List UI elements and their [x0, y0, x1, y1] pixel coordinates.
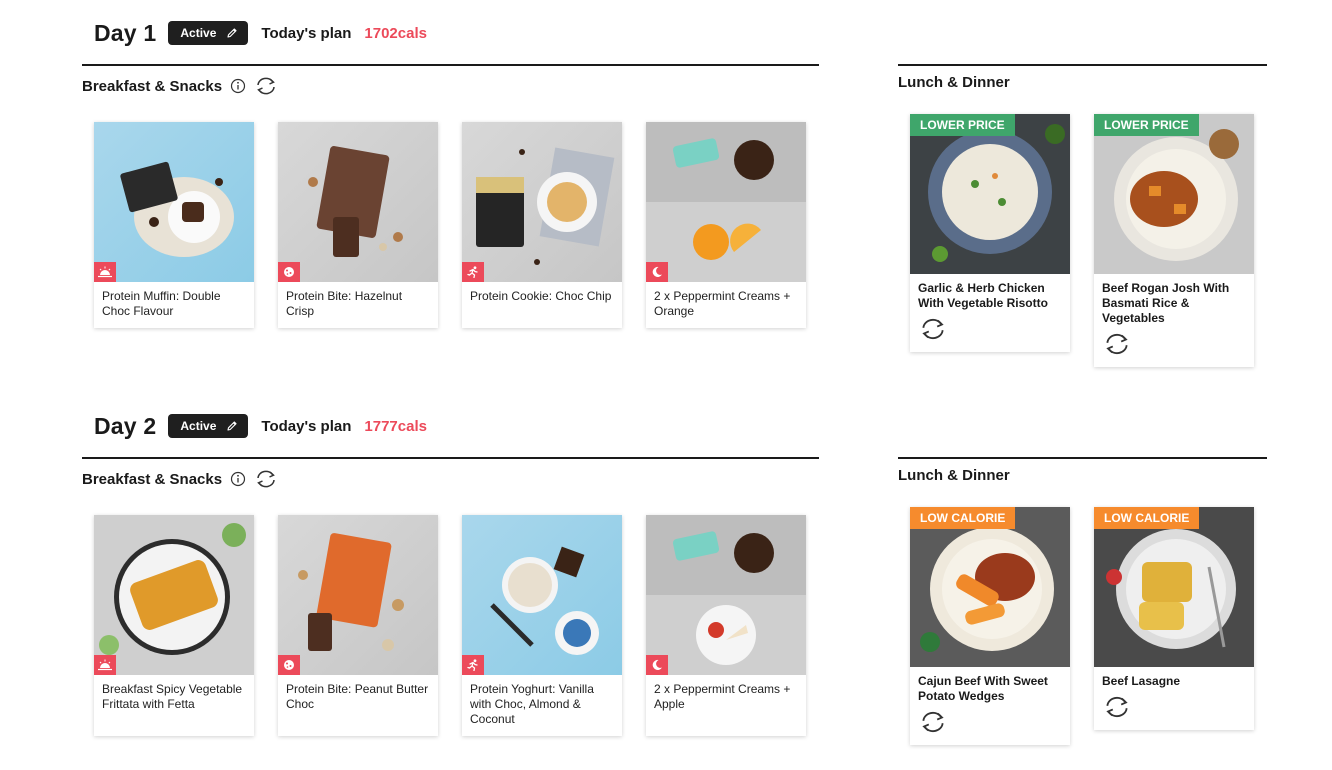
day-2-section: Day 2 Active Today's plan 1777cals Break…: [0, 409, 1332, 770]
meal-name: 2 x Peppermint Creams + Orange: [654, 289, 791, 318]
meal-name: Cajun Beef With Sweet Potato Wedges: [918, 674, 1048, 703]
meal-card[interactable]: LOW CALORIE Cajun Beef With Sweet Potato…: [910, 507, 1070, 745]
meal-card[interactable]: 2 x Peppermint Creams + Apple: [646, 515, 806, 736]
lunch-title: Lunch & Dinner: [898, 74, 1010, 91]
calories-total: 1777cals: [364, 417, 427, 435]
info-icon[interactable]: [230, 471, 246, 487]
active-label: Active: [180, 419, 217, 433]
meal-card[interactable]: LOWER PRICE Garlic & Herb Chicken With V…: [910, 114, 1070, 352]
meal-card[interactable]: Protein Bite: Hazelnut Crisp: [278, 122, 438, 328]
day-header: Day 2 Active Today's plan 1777cals: [94, 409, 427, 443]
meal-image: [278, 122, 438, 282]
lunch-section-title: Lunch & Dinner: [898, 467, 1010, 484]
price-tag: LOWER PRICE: [1094, 114, 1199, 136]
meal-image: LOW CALORIE: [910, 507, 1070, 667]
meal-name: Protein Muffin: Double Choc Flavour: [102, 289, 221, 318]
running-icon: [462, 262, 484, 282]
swap-icon[interactable]: [1102, 695, 1254, 724]
sunrise-icon: [94, 655, 116, 675]
pencil-icon: [227, 421, 237, 431]
meal-image: [278, 515, 438, 675]
breakfast-title: Breakfast & Snacks: [82, 77, 223, 95]
swap-icon[interactable]: [254, 76, 278, 96]
meal-image: [94, 122, 254, 282]
day-1-section: Day 1 Active Today's plan 1702cals Break…: [0, 16, 1332, 376]
breakfast-title: Breakfast & Snacks: [82, 470, 223, 488]
cookie-icon: [278, 262, 300, 282]
meal-image: LOW CALORIE: [1094, 507, 1254, 667]
meal-name: Beef Rogan Josh With Basmati Rice & Vege…: [1102, 281, 1230, 325]
meal-name: Protein Yoghurt: Vanilla with Choc, Almo…: [470, 682, 594, 726]
swap-icon[interactable]: [1102, 332, 1254, 361]
meal-name: Beef Lasagne: [1102, 674, 1181, 688]
meal-image: [462, 515, 622, 675]
active-edit-button[interactable]: Active: [168, 21, 249, 45]
meal-name: Protein Bite: Peanut Butter Choc: [286, 682, 429, 711]
meal-image: [646, 515, 806, 675]
breakfast-section-title: Breakfast & Snacks: [82, 469, 278, 489]
swap-icon[interactable]: [254, 469, 278, 489]
divider: [82, 64, 819, 66]
calorie-tag: LOW CALORIE: [910, 507, 1016, 529]
meal-card[interactable]: Protein Cookie: Choc Chip: [462, 122, 622, 328]
cookie-icon: [278, 655, 300, 675]
plan-label: Today's plan: [261, 24, 352, 42]
active-label: Active: [180, 26, 217, 40]
swap-icon[interactable]: [918, 317, 1070, 346]
day-header: Day 1 Active Today's plan 1702cals: [94, 16, 427, 50]
meal-image: LOWER PRICE: [1094, 114, 1254, 274]
plan-label: Today's plan: [261, 417, 352, 435]
meal-name: 2 x Peppermint Creams + Apple: [654, 682, 791, 711]
active-edit-button[interactable]: Active: [168, 414, 249, 438]
running-icon: [462, 655, 484, 675]
moon-icon: [646, 262, 668, 282]
breakfast-section-title: Breakfast & Snacks: [82, 76, 278, 96]
pencil-icon: [227, 28, 237, 38]
meal-name: Protein Cookie: Choc Chip: [470, 289, 612, 303]
meal-card[interactable]: Protein Muffin: Double Choc Flavour: [94, 122, 254, 328]
day-title: Day 2: [94, 412, 157, 439]
divider: [898, 64, 1267, 66]
meal-card[interactable]: LOWER PRICE Beef Rogan Josh With Basmati…: [1094, 114, 1254, 367]
divider: [82, 457, 819, 459]
info-icon[interactable]: [230, 78, 246, 94]
meal-name: Breakfast Spicy Vegetable Frittata with …: [102, 682, 243, 711]
meal-card[interactable]: Breakfast Spicy Vegetable Frittata with …: [94, 515, 254, 736]
moon-icon: [646, 655, 668, 675]
lunch-title: Lunch & Dinner: [898, 467, 1010, 484]
meal-card[interactable]: Protein Yoghurt: Vanilla with Choc, Almo…: [462, 515, 622, 736]
meal-image: [646, 122, 806, 282]
lunch-section-title: Lunch & Dinner: [898, 74, 1010, 91]
sunrise-icon: [94, 262, 116, 282]
calories-total: 1702cals: [364, 24, 427, 42]
divider: [898, 457, 1267, 459]
swap-icon[interactable]: [918, 710, 1070, 739]
meal-name: Garlic & Herb Chicken With Vegetable Ris…: [918, 281, 1048, 310]
day-title: Day 1: [94, 19, 157, 46]
meal-name: Protein Bite: Hazelnut Crisp: [286, 289, 403, 318]
calorie-tag: LOW CALORIE: [1094, 507, 1200, 529]
meal-image: [94, 515, 254, 675]
meal-card[interactable]: Protein Bite: Peanut Butter Choc: [278, 515, 438, 736]
meal-image: [462, 122, 622, 282]
meal-card[interactable]: 2 x Peppermint Creams + Orange: [646, 122, 806, 328]
meal-card[interactable]: LOW CALORIE Beef Lasagne: [1094, 507, 1254, 730]
price-tag: LOWER PRICE: [910, 114, 1015, 136]
meal-image: LOWER PRICE: [910, 114, 1070, 274]
